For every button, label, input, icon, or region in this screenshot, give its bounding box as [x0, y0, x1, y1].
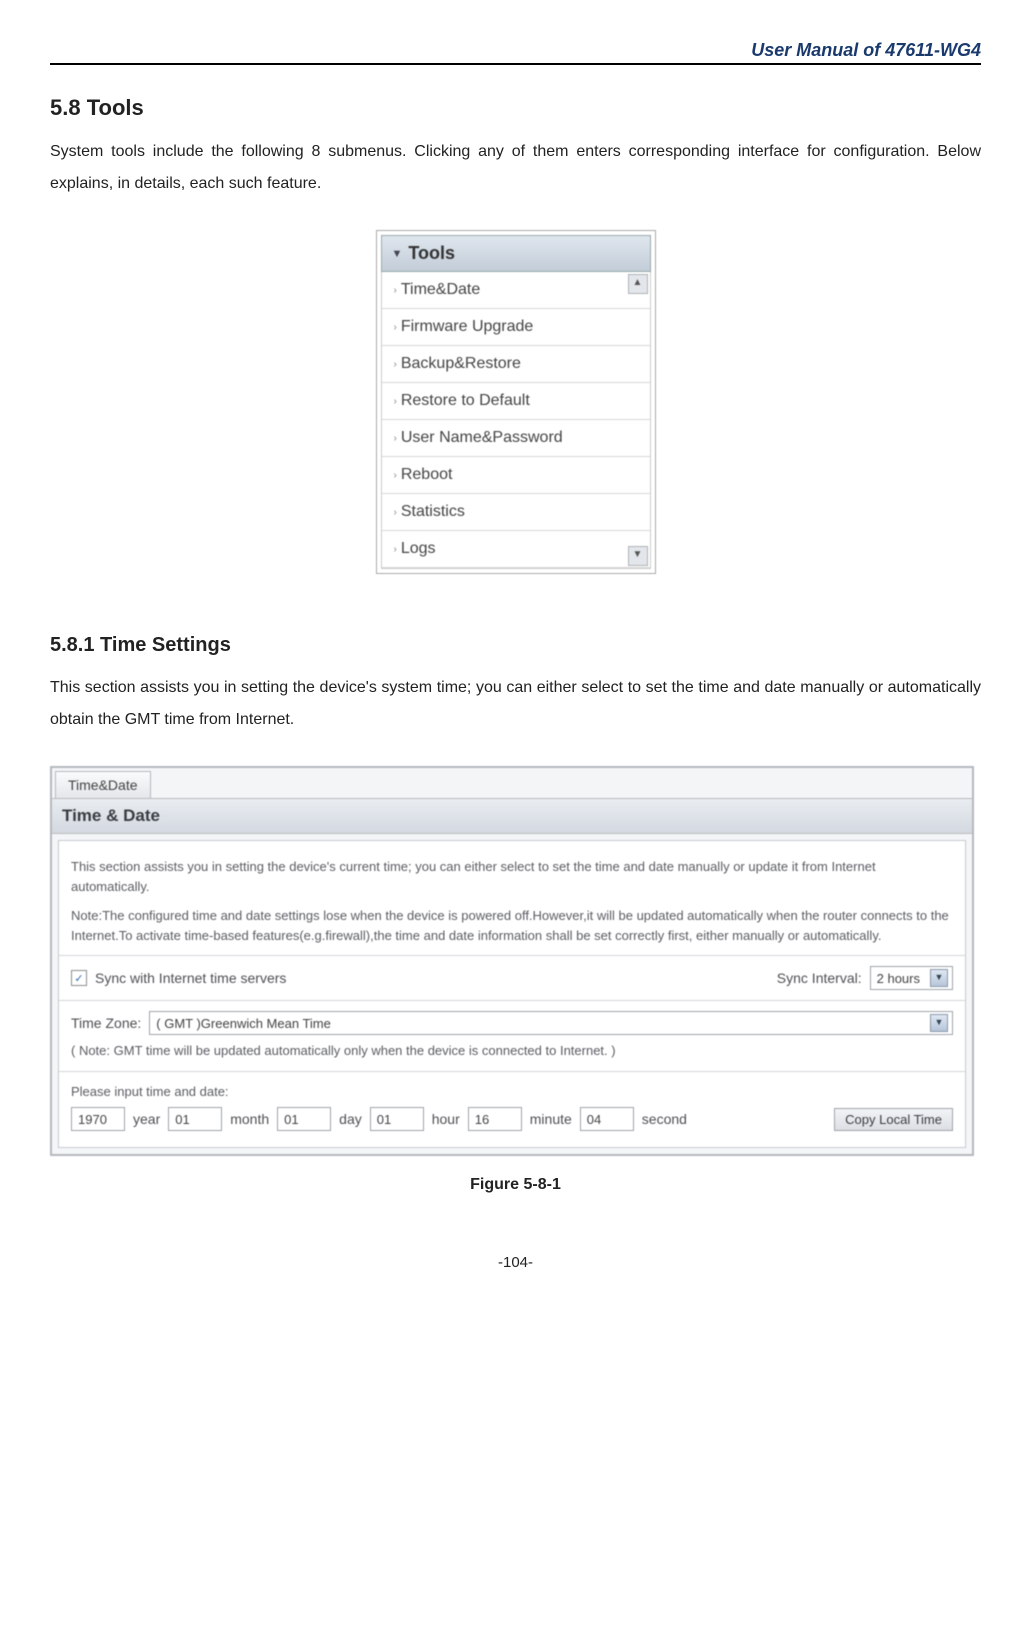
chevron-down-icon: ▼ [930, 969, 948, 987]
tools-item-label: Backup&Restore [401, 355, 521, 373]
sync-interval-value: 2 hours [877, 971, 920, 986]
time-date-description: This section assists you in setting the … [71, 857, 953, 896]
chevron-right-icon: › [394, 359, 397, 370]
minute-input[interactable]: 16 [468, 1107, 522, 1131]
sync-interval-select[interactable]: 2 hours ▼ [870, 966, 953, 990]
tools-item-label: User Name&Password [401, 429, 563, 447]
tools-menu-title: Tools [408, 243, 455, 264]
year-input[interactable]: 1970 [71, 1107, 125, 1131]
minute-label: minute [530, 1111, 572, 1127]
tools-item-label: Restore to Default [401, 392, 530, 410]
day-input[interactable]: 01 [277, 1107, 331, 1131]
tools-item-reboot[interactable]: › Reboot [382, 457, 650, 494]
tools-item-firmware[interactable]: › Firmware Upgrade [382, 309, 650, 346]
doc-header: User Manual of 47611-WG4 [50, 40, 981, 61]
chevron-right-icon: › [394, 322, 397, 333]
sync-interval-label: Sync Interval: [777, 970, 862, 986]
tools-menu-header[interactable]: ▼ Tools [381, 235, 651, 272]
year-label: year [133, 1111, 160, 1127]
tools-item-username[interactable]: › User Name&Password [382, 420, 650, 457]
month-input[interactable]: 01 [168, 1107, 222, 1131]
sync-label: Sync with Internet time servers [95, 970, 286, 986]
tools-menu-screenshot: ▼ Tools ▲ › Time&Date › Firmware Upgrade ›… [376, 230, 656, 574]
scroll-up-icon[interactable]: ▲ [628, 274, 648, 294]
timezone-select[interactable]: ( GMT )Greenwich Mean Time ▼ [149, 1011, 953, 1035]
copy-local-time-button[interactable]: Copy Local Time [834, 1108, 953, 1131]
day-label: day [339, 1111, 362, 1127]
tools-item-label: Reboot [401, 466, 453, 484]
chevron-right-icon: › [394, 433, 397, 444]
hour-label: hour [432, 1111, 460, 1127]
tools-item-statistics[interactable]: › Statistics [382, 494, 650, 531]
second-input[interactable]: 04 [580, 1107, 634, 1131]
sync-checkbox[interactable]: ✓ [71, 970, 87, 986]
section-heading: 5.8 Tools [50, 95, 981, 121]
header-rule [50, 63, 981, 65]
chevron-down-icon: ▼ [930, 1014, 948, 1032]
tools-item-logs[interactable]: › Logs [382, 531, 650, 568]
tools-item-backup[interactable]: › Backup&Restore [382, 346, 650, 383]
tools-item-label: Firmware Upgrade [401, 318, 533, 336]
input-prompt: Please input time and date: [71, 1082, 953, 1102]
tools-item-label: Time&Date [401, 281, 480, 299]
tools-item-label: Statistics [401, 503, 465, 521]
month-label: month [230, 1111, 269, 1127]
chevron-right-icon: › [394, 396, 397, 407]
chevron-right-icon: › [394, 507, 397, 518]
chevron-right-icon: › [394, 544, 397, 555]
section-intro: System tools include the following 8 sub… [50, 136, 981, 200]
subsection-intro: This section assists you in setting the … [50, 672, 981, 736]
collapse-arrow-icon: ▼ [392, 248, 403, 260]
gmt-note: ( Note: GMT time will be updated automat… [71, 1041, 953, 1061]
tools-item-restore-default[interactable]: › Restore to Default [382, 383, 650, 420]
figure-caption: Figure 5-8-1 [50, 1176, 981, 1194]
time-date-title: Time & Date [52, 798, 972, 834]
timezone-value: ( GMT )Greenwich Mean Time [156, 1016, 331, 1031]
hour-input[interactable]: 01 [370, 1107, 424, 1131]
tools-item-time-date[interactable]: › Time&Date [382, 272, 650, 309]
tools-menu-list: ▲ › Time&Date › Firmware Upgrade › Backup&R… [381, 272, 651, 569]
chevron-right-icon: › [394, 285, 397, 296]
second-label: second [642, 1111, 687, 1127]
time-date-tab[interactable]: Time&Date [55, 771, 151, 798]
chevron-right-icon: › [394, 470, 397, 481]
page-number: -104- [50, 1254, 981, 1271]
tools-item-label: Logs [401, 540, 436, 558]
time-date-note: Note:The configured time and date settin… [71, 906, 953, 945]
timezone-label: Time Zone: [71, 1015, 141, 1031]
time-date-panel-screenshot: Time&Date Time & Date This section assis… [50, 766, 974, 1156]
subsection-heading: 5.8.1 Time Settings [50, 634, 981, 657]
scroll-down-icon[interactable]: ▼ [628, 546, 648, 566]
